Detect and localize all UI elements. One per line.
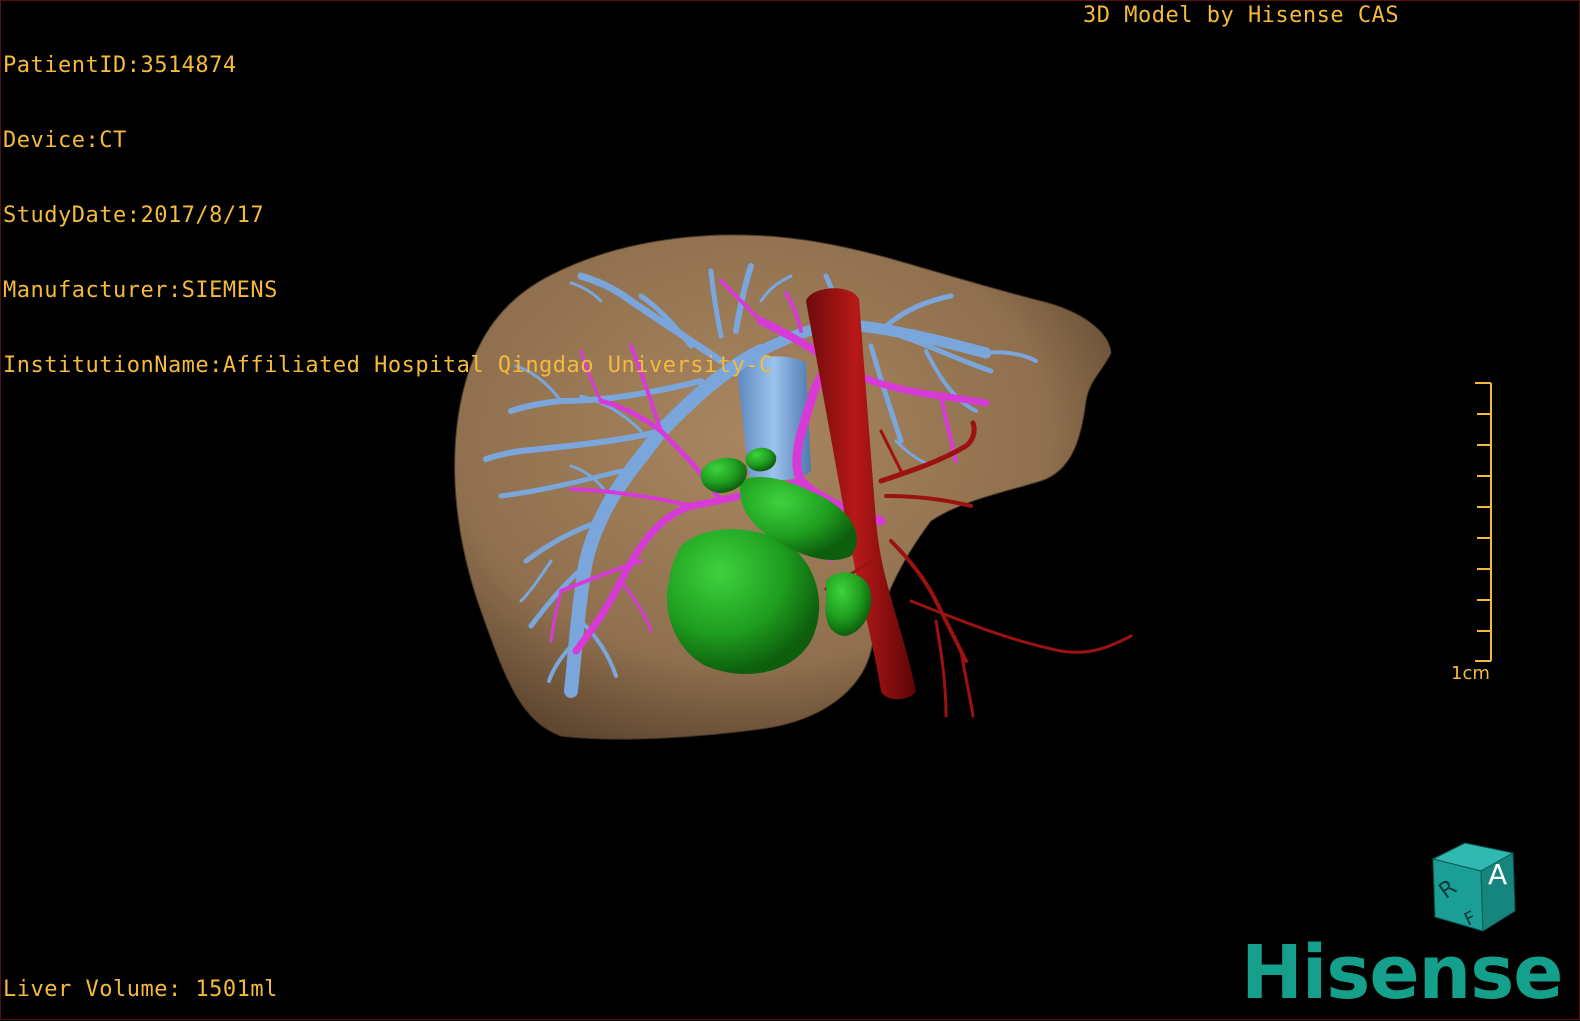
scale-bar bbox=[1475, 382, 1492, 662]
liver-volume-text: Liver Volume: 1501ml bbox=[3, 977, 278, 1002]
hisense-logo: Hisense bbox=[1241, 930, 1563, 1016]
3d-viewport[interactable]: PatientID:3514874 Device:CT StudyDate:20… bbox=[0, 0, 1580, 1020]
institution-text: InstitutionName:Affiliated Hospital Qing… bbox=[3, 353, 773, 378]
device-text: Device:CT bbox=[3, 128, 127, 153]
scale-bar-label: 1cm bbox=[1451, 663, 1490, 684]
patient-id-text: PatientID:3514874 bbox=[3, 53, 237, 78]
cube-face-top: A bbox=[1488, 858, 1507, 891]
orientation-cube-icon[interactable]: A R F bbox=[1425, 839, 1521, 935]
dicom-info-overlay: PatientID:3514874 Device:CT StudyDate:20… bbox=[3, 3, 773, 428]
model-credit-text: 3D Model by Hisense CAS bbox=[1083, 3, 1400, 28]
study-date-text: StudyDate:2017/8/17 bbox=[3, 203, 265, 228]
manufacturer-text: Manufacturer:SIEMENS bbox=[3, 278, 278, 303]
